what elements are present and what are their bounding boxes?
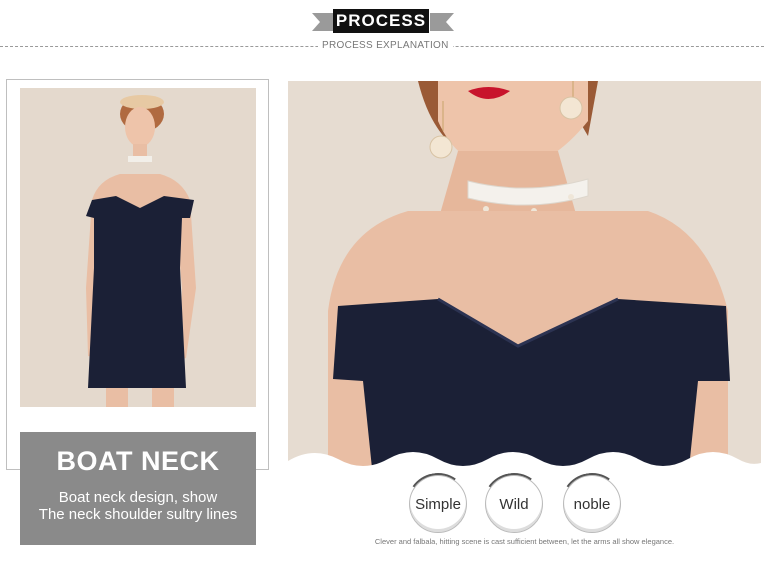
section-title: PROCESS bbox=[333, 9, 429, 33]
feature-description: Boat neck design, show The neck shoulder… bbox=[20, 489, 256, 523]
feature-description-line2: The neck shoulder sultry lines bbox=[38, 506, 238, 523]
right-chevron-icon bbox=[430, 13, 454, 31]
badge-arc bbox=[402, 468, 474, 540]
badge-wild: Wild bbox=[478, 468, 550, 540]
badge-noble: noble bbox=[556, 468, 628, 540]
section-subtitle: PROCESS EXPLANATION bbox=[318, 39, 453, 53]
process-header: PROCESS PROCESS EXPLANATION bbox=[0, 0, 764, 60]
badge-arc bbox=[478, 468, 550, 540]
feature-label-box: BOAT NECK Boat neck design, show The nec… bbox=[20, 432, 256, 545]
feature-heading: BOAT NECK bbox=[56, 446, 220, 476]
neckline-detail-photo bbox=[288, 81, 761, 478]
badge-arc bbox=[556, 468, 628, 540]
feature-description-line1: Boat neck design, show bbox=[58, 489, 218, 506]
badge-simple: Simple bbox=[402, 468, 474, 540]
full-length-product-photo bbox=[20, 88, 256, 407]
detail-caption: Clever and falbala, hitting scene is cas… bbox=[374, 537, 675, 546]
